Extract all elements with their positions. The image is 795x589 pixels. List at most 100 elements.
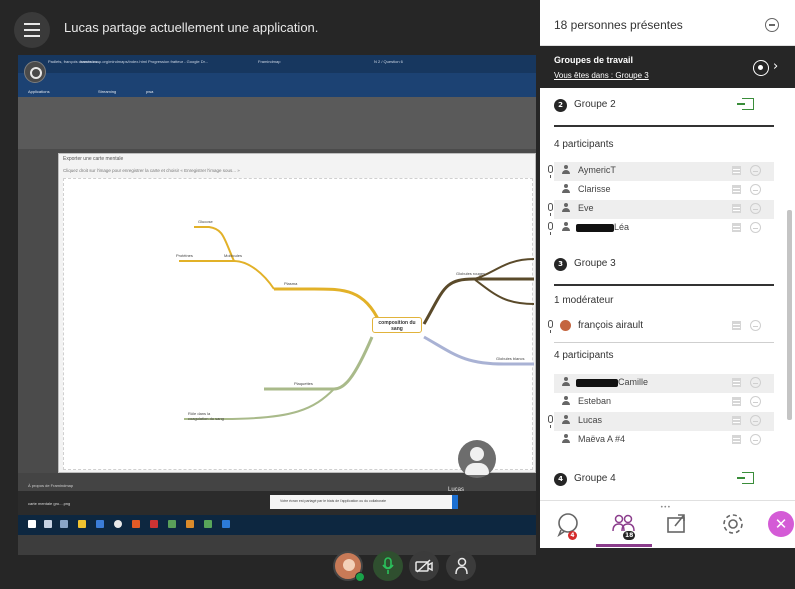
tab-share-content[interactable] xyxy=(664,511,690,537)
redacted-name xyxy=(576,379,618,387)
more-options-icon[interactable] xyxy=(732,397,741,406)
divider xyxy=(554,125,774,127)
microphone-icon xyxy=(548,165,553,178)
export-dialog-hint: Cliquez droit sur l'image pour enregistr… xyxy=(63,168,240,173)
more-options-icon[interactable] xyxy=(732,435,741,444)
microphone-icon xyxy=(548,222,553,235)
more-options-icon[interactable] xyxy=(732,166,741,175)
app-icon xyxy=(150,520,158,528)
participant-row[interactable]: Clarisse xyxy=(554,181,774,200)
app-icon xyxy=(222,520,230,528)
groups-title: Groupes de travail xyxy=(554,55,634,65)
browser-tab: N 2 / Question 6 xyxy=(374,59,403,64)
user-icon xyxy=(562,165,570,175)
status-icon xyxy=(750,165,761,176)
more-options-icon[interactable] xyxy=(732,416,741,425)
participant-row[interactable]: Lucas xyxy=(548,412,774,431)
status-icon xyxy=(750,396,761,407)
microphone-icon xyxy=(382,557,394,574)
drag-handle-icon[interactable]: ••• xyxy=(660,504,671,511)
group-row-2[interactable]: 2 Groupe 2 xyxy=(554,95,774,117)
chat-unread-badge: 4 xyxy=(568,531,577,540)
collapse-icon[interactable] xyxy=(765,18,779,32)
store-icon xyxy=(96,520,104,528)
group-row-3[interactable]: 3 Groupe 3 xyxy=(554,254,774,276)
close-icon: ✕ xyxy=(774,515,788,533)
participant-row[interactable]: Eve xyxy=(548,200,774,219)
main-menu-button[interactable] xyxy=(14,12,50,48)
presenter-avatar xyxy=(458,440,496,478)
microphone-icon xyxy=(548,320,553,333)
group-label: Groupe 4 xyxy=(574,473,616,484)
share-status-text: Lucas partage actuellement une applicati… xyxy=(64,20,319,35)
user-icon xyxy=(562,203,570,213)
raise-hand-button[interactable] xyxy=(446,551,476,581)
address-bar xyxy=(18,73,536,87)
participants-count: 4 participants xyxy=(554,350,614,361)
moderator-row[interactable]: françois airault xyxy=(548,317,774,339)
groups-current-link[interactable]: Vous êtes dans : Groupe 3 xyxy=(554,71,649,80)
divider xyxy=(554,284,774,286)
user-icon xyxy=(562,415,570,425)
chevron-right-icon[interactable]: › xyxy=(773,59,778,74)
share-notice-text: Votre écran est partagé par le biais de … xyxy=(280,499,387,503)
app-icon xyxy=(204,520,212,528)
participant-row[interactable]: Maëva A #4 xyxy=(554,431,774,450)
moderators-count: 1 modérateur xyxy=(554,295,614,306)
more-options-icon[interactable] xyxy=(732,204,741,213)
participant-name: Clarisse xyxy=(578,184,611,194)
camera-button[interactable] xyxy=(409,551,439,581)
group-label: Groupe 2 xyxy=(574,99,616,110)
participant-row[interactable]: Camille xyxy=(554,374,774,393)
mindmap-central-node: composition du sang xyxy=(372,317,422,333)
mindmap-branches xyxy=(179,226,535,420)
share-icon xyxy=(667,514,685,533)
share-notice-banner: Votre écran est partagé par le biais de … xyxy=(270,495,458,509)
app-icon xyxy=(168,520,176,528)
participant-name: Léa xyxy=(614,222,630,232)
attendees-title: 18 personnes présentes xyxy=(554,18,683,32)
export-mindmap-dialog: Exporter une carte mentale Cliquez droit… xyxy=(58,153,536,473)
active-tab-indicator xyxy=(596,544,652,547)
collaborate-panel: 18 personnes présentes Groupes de travai… xyxy=(540,0,795,548)
user-icon xyxy=(562,222,570,232)
redacted-name xyxy=(576,224,614,232)
scrollbar[interactable] xyxy=(787,210,792,420)
moderator-name: françois airault xyxy=(578,320,644,331)
downloaded-file: carte mentale gro....png xyxy=(28,501,71,506)
microphone-button[interactable] xyxy=(373,551,403,581)
status-badge xyxy=(355,572,365,582)
participant-name: Lucas xyxy=(578,415,603,425)
divider xyxy=(554,342,774,343)
group-row-4[interactable]: 4 Groupe 4 xyxy=(554,469,774,491)
status-icon xyxy=(750,184,761,195)
user-icon xyxy=(562,377,570,387)
close-panel-button[interactable]: ✕ xyxy=(768,511,794,537)
participant-row[interactable]: Esteban xyxy=(554,393,774,412)
participant-row[interactable]: AymericT xyxy=(548,162,774,181)
mindmap-node: Molécules xyxy=(224,253,243,258)
page-footer-text: À propos de Framindmap xyxy=(28,483,74,488)
more-options-icon[interactable] xyxy=(732,378,741,387)
status-icon xyxy=(750,320,761,331)
page-banner xyxy=(18,97,536,149)
more-options-icon[interactable] xyxy=(732,321,741,330)
mindmap-node: Plasma xyxy=(284,281,298,286)
participant-name: AymericT xyxy=(578,165,616,175)
more-options-icon[interactable] xyxy=(732,185,741,194)
menu-icon xyxy=(24,23,40,25)
join-group-icon[interactable] xyxy=(737,472,754,484)
group-number: 2 xyxy=(554,99,567,112)
windows-start-icon xyxy=(28,520,36,528)
user-icon xyxy=(562,396,570,406)
bookmark-item: pwa xyxy=(146,89,154,94)
more-options-icon[interactable] xyxy=(732,223,741,232)
join-group-icon[interactable] xyxy=(737,98,754,110)
gear-icon xyxy=(723,514,743,534)
zoom-icon[interactable] xyxy=(24,61,46,83)
record-icon[interactable] xyxy=(753,60,769,76)
mindmap-node: Protéines xyxy=(176,253,193,258)
tab-settings[interactable] xyxy=(720,511,746,537)
participant-row[interactable]: Léa xyxy=(548,219,774,238)
status-icon xyxy=(750,203,761,214)
